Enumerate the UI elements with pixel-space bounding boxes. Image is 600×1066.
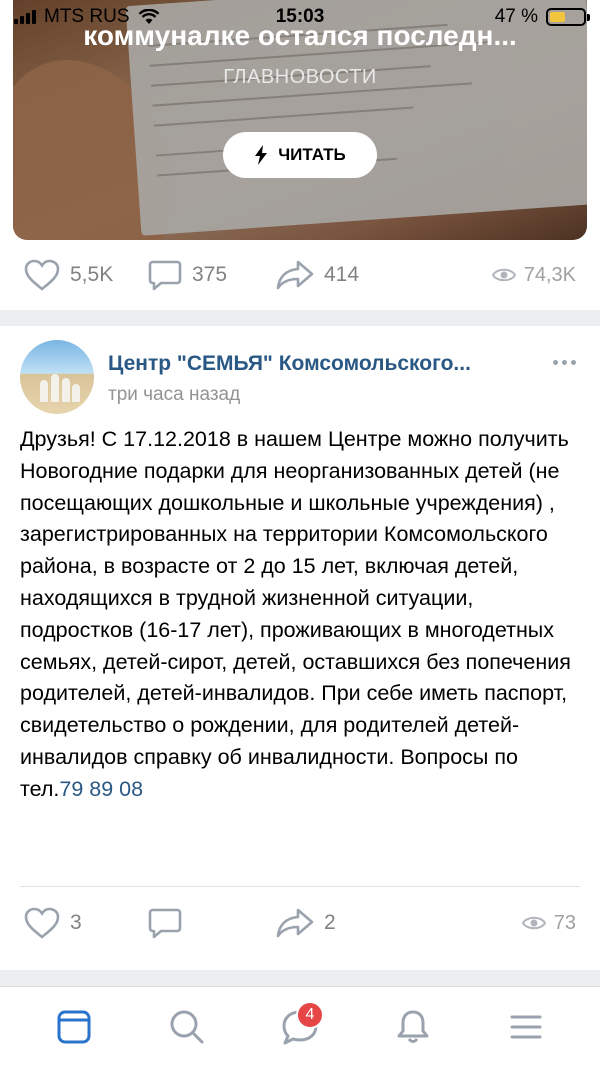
bell-icon — [397, 1010, 429, 1043]
lightning-icon — [255, 145, 268, 165]
search-icon — [170, 1010, 204, 1043]
share-count: 2 — [324, 911, 336, 934]
news-post-card: коммуналке остался последн... ГЛАВНОВОСТ… — [0, 0, 600, 310]
comment-count: 375 — [192, 263, 228, 286]
tab-menu[interactable] — [496, 997, 556, 1057]
post-text: Друзья! С 17.12.2018 в нашем Центре можн… — [20, 424, 580, 806]
views: 73 — [521, 911, 576, 935]
like-count: 5,5K — [70, 263, 114, 286]
post-actions: 3 2 73 — [0, 888, 600, 958]
battery-percent: 47 % — [494, 6, 538, 27]
share-button[interactable]: 414 — [276, 260, 359, 290]
post-time: три часа назад — [108, 384, 241, 405]
battery-icon — [546, 8, 590, 26]
status-bar: MTS RUS 15:03 47 % — [0, 0, 600, 34]
like-count: 3 — [70, 911, 82, 934]
tab-notifications[interactable] — [383, 997, 443, 1057]
heart-icon — [24, 259, 60, 291]
share-button[interactable]: 2 — [276, 908, 336, 938]
tab-bar: 4 — [0, 986, 600, 1066]
post-actions: 5,5K 375 414 74,3K — [0, 240, 600, 310]
comment-button[interactable]: 375 — [148, 259, 276, 291]
post-body: Друзья! С 17.12.2018 в нашем Центре можн… — [20, 427, 571, 801]
group-name[interactable]: Центр "СЕМЬЯ" Комсомольского... — [108, 352, 528, 376]
carrier-label: MTS RUS — [44, 6, 130, 27]
status-right: 47 % — [494, 6, 590, 28]
status-left: MTS RUS — [14, 6, 160, 28]
divider — [20, 886, 580, 887]
group-post-card: Центр "СЕМЬЯ" Комсомольского... три часа… — [0, 326, 600, 970]
comment-icon — [148, 260, 182, 291]
views-count: 73 — [553, 911, 576, 934]
eye-icon — [521, 916, 546, 930]
read-button-label: ЧИТАТЬ — [278, 145, 346, 164]
news-feed-icon — [57, 1010, 91, 1043]
tab-messages[interactable]: 4 — [270, 997, 330, 1057]
comment-button[interactable] — [148, 907, 276, 939]
wifi-icon — [138, 9, 159, 24]
menu-icon — [510, 1015, 542, 1038]
like-button[interactable]: 5,5K — [24, 259, 148, 291]
messages-badge: 4 — [295, 1000, 324, 1029]
avatar[interactable] — [20, 340, 94, 414]
read-button[interactable]: ЧИТАТЬ — [223, 132, 377, 178]
share-icon — [276, 260, 314, 290]
heart-icon — [24, 907, 60, 939]
more-options-icon[interactable] — [553, 360, 576, 365]
phone-link[interactable]: 79 89 08 — [59, 777, 143, 801]
article-source: ГЛАВНОВОСТИ — [223, 66, 377, 88]
like-button[interactable]: 3 — [24, 907, 148, 939]
signal-icon — [14, 10, 36, 24]
article-preview[interactable]: коммуналке остался последн... ГЛАВНОВОСТ… — [13, 0, 587, 240]
share-count: 414 — [324, 263, 360, 286]
share-icon — [276, 908, 314, 938]
tab-news[interactable] — [44, 997, 104, 1057]
views: 74,3K — [491, 263, 576, 287]
eye-icon — [491, 268, 516, 282]
views-count: 74,3K — [523, 263, 576, 286]
comment-icon — [148, 908, 182, 939]
tab-search[interactable] — [157, 997, 217, 1057]
